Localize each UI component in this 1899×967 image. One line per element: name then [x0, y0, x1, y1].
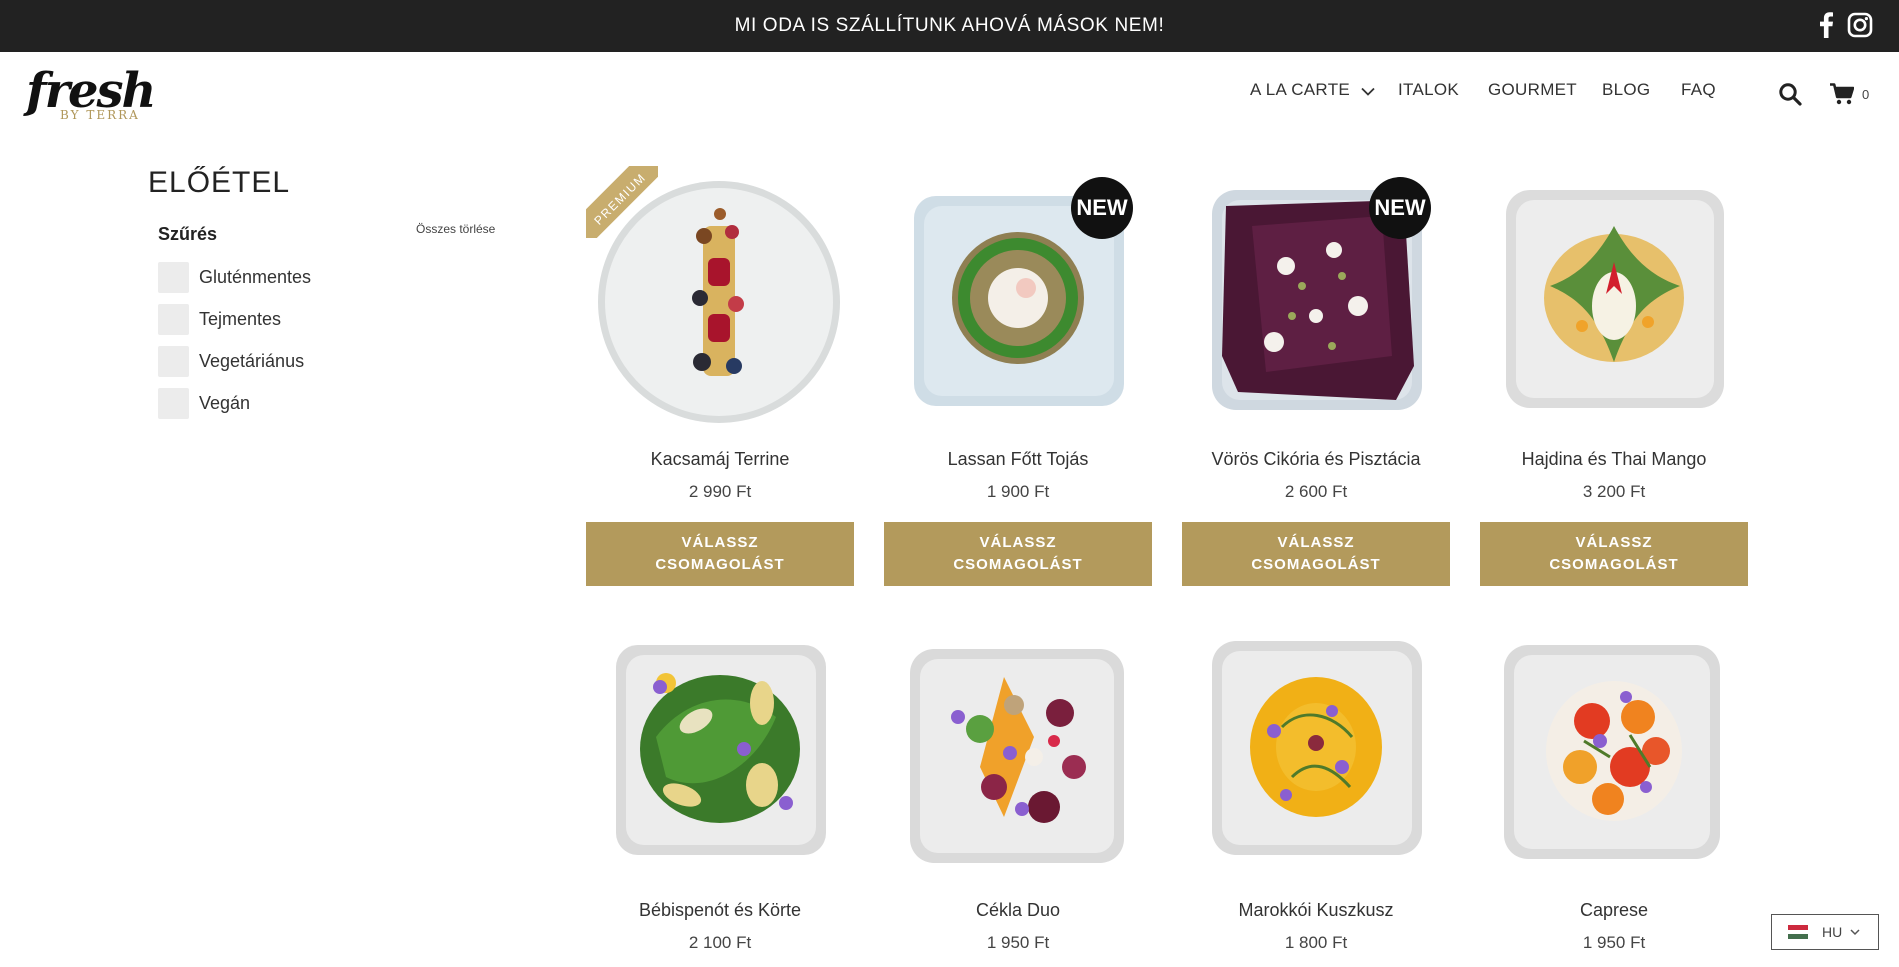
- choose-packaging-button[interactable]: VÁLASSZ CSOMAGOLÁST: [1182, 522, 1450, 586]
- product-name[interactable]: Caprese: [1480, 900, 1748, 921]
- choose-packaging-button[interactable]: VÁLASSZ CSOMAGOLÁST: [884, 522, 1152, 586]
- checkbox[interactable]: [158, 345, 189, 377]
- filter-label: Tejmentes: [199, 308, 282, 329]
- product-name[interactable]: Bébispenót és Körte: [586, 900, 854, 921]
- product-price: 2 600 Ft: [1284, 482, 1348, 501]
- site-logo[interactable]: fresh BY TERRA: [26, 62, 158, 124]
- filter-vegetarian[interactable]: Vegetáriánus: [158, 345, 304, 377]
- category-title: ELŐÉTEL: [148, 166, 291, 199]
- hungarian-flag-icon: [1788, 925, 1808, 940]
- filter-heading: Szűrés: [158, 224, 218, 244]
- product-image[interactable]: PREMIUM: [586, 166, 854, 434]
- product-price: 1 900 Ft: [986, 482, 1050, 501]
- announcement-bar: MI ODA IS SZÁLLÍTUNK AHOVÁ MÁSOK NEM!: [0, 0, 1899, 52]
- filter-gluten-free[interactable]: Gluténmentes: [158, 261, 311, 293]
- product-image[interactable]: [1480, 166, 1748, 434]
- checkbox[interactable]: [158, 303, 189, 335]
- filter-vegan[interactable]: Vegán: [158, 387, 250, 419]
- product-name[interactable]: Lassan Főtt Tojás: [884, 449, 1152, 470]
- nav-item-label: A LA CARTE: [1250, 80, 1351, 99]
- nav-item-blog[interactable]: BLOG: [1602, 80, 1650, 100]
- checkbox[interactable]: [158, 387, 189, 419]
- facebook-icon[interactable]: [1818, 12, 1834, 43]
- product-name[interactable]: Cékla Duo: [884, 900, 1152, 921]
- nav-item-italok[interactable]: ITALOK: [1398, 80, 1459, 100]
- instagram-icon[interactable]: [1847, 12, 1873, 43]
- product-price: 1 950 Ft: [1582, 933, 1646, 952]
- search-icon[interactable]: [1778, 82, 1802, 111]
- product-image[interactable]: NEW: [884, 166, 1152, 434]
- new-badge: NEW: [1369, 177, 1431, 239]
- product-image[interactable]: [1480, 617, 1748, 885]
- chevron-down-icon: [1850, 923, 1860, 941]
- filter-label: Vegetáriánus: [199, 350, 305, 371]
- nav-item-gourmet[interactable]: GOURMET: [1488, 80, 1577, 100]
- cart-icon[interactable]: [1830, 83, 1855, 110]
- product-image[interactable]: [884, 617, 1152, 885]
- product-image[interactable]: NEW: [1182, 166, 1450, 434]
- announcement-text: MI ODA IS SZÁLLÍTUNK AHOVÁ MÁSOK NEM!: [734, 15, 1165, 36]
- product-name[interactable]: Marokkói Kuszkusz: [1182, 900, 1450, 921]
- cart-count: 0: [1862, 87, 1870, 102]
- product-image[interactable]: [1182, 617, 1450, 885]
- product-price: 3 200 Ft: [1582, 482, 1646, 501]
- product-price: 2 100 Ft: [688, 933, 752, 952]
- logo-tagline: BY TERRA: [60, 108, 140, 122]
- checkbox[interactable]: [158, 261, 189, 293]
- premium-badge: PREMIUM: [586, 166, 658, 238]
- new-badge: NEW: [1071, 177, 1133, 239]
- product-price: 1 800 Ft: [1284, 933, 1348, 952]
- chevron-down-icon: [1361, 81, 1375, 101]
- product-name[interactable]: Hajdina és Thai Mango: [1480, 449, 1748, 470]
- language-code: HU: [1822, 924, 1843, 940]
- filter-dairy-free[interactable]: Tejmentes: [158, 303, 281, 335]
- product-name[interactable]: Vörös Cikória és Pisztácia: [1182, 449, 1450, 470]
- choose-packaging-button[interactable]: VÁLASSZ CSOMAGOLÁST: [1480, 522, 1748, 586]
- filter-label: Gluténmentes: [199, 266, 312, 287]
- product-price: 1 950 Ft: [986, 933, 1050, 952]
- choose-packaging-button[interactable]: VÁLASSZ CSOMAGOLÁST: [586, 522, 854, 586]
- clear-filters-link[interactable]: Összes törlése: [416, 222, 495, 236]
- filter-label: Vegán: [199, 392, 251, 413]
- nav-item-faq[interactable]: FAQ: [1681, 80, 1716, 100]
- language-selector[interactable]: HU: [1771, 914, 1879, 950]
- product-image[interactable]: [586, 617, 854, 885]
- nav-item-a-la-carte[interactable]: A LA CARTE: [1250, 80, 1375, 101]
- product-name[interactable]: Kacsamáj Terrine: [586, 449, 854, 470]
- product-price: 2 990 Ft: [688, 482, 752, 501]
